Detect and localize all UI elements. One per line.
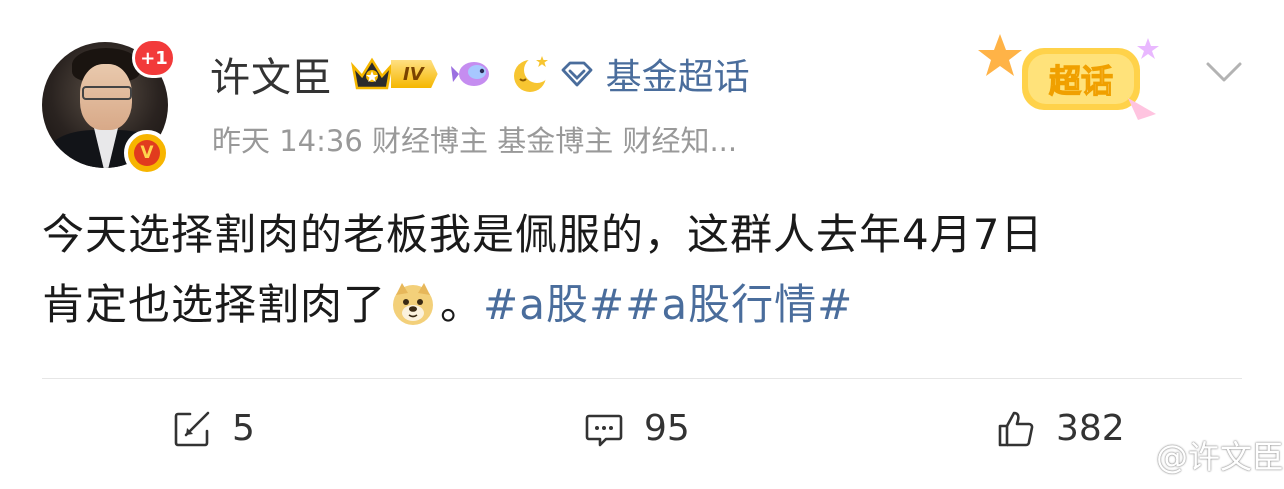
weibo-logo-icon [1112,442,1150,471]
hashtag-link[interactable]: #a股##a股行情# [483,280,853,329]
doge-emoji-icon [390,278,436,325]
content-line-1: 今天选择割肉的老板我是佩服的，这群人去年4月7日 [42,210,1044,259]
content-line-2: 肯定也选择割肉了 。#a股##a股行情# [42,270,1242,340]
repost-button[interactable]: 5 [172,408,255,449]
vip-badge[interactable]: IV [349,54,438,94]
topic-link-label: 基金超话 [605,57,750,98]
weibo-watermark: @许文臣 [1112,432,1284,478]
watermark-text: @许文臣 [1156,438,1284,476]
comment-icon [585,414,623,446]
like-button[interactable]: 382 [996,408,1125,449]
action-bar: 5 95 382 [0,400,1284,464]
thumbs-up-icon [998,411,1034,446]
content-line-2-text: 肯定也选择割肉了 [42,280,387,329]
repost-count: 5 [232,408,255,449]
fish-emoji-icon [450,52,494,96]
diamond-icon [561,61,593,87]
verified-mark: V [134,140,160,166]
chaohua-sticker[interactable]: 超话 [978,28,1178,132]
chevron-down-icon[interactable] [1204,58,1244,86]
vip-level: IV [391,60,438,88]
sticker-label: 超话 [1049,62,1113,100]
comment-count: 95 [644,408,690,449]
divider [42,378,1242,379]
topic-link[interactable]: 基金超话 [560,48,750,100]
content-punct: 。 [440,280,484,329]
crown-icon [349,54,395,94]
repost-icon [174,411,210,446]
post-content: 今天选择割肉的老板我是佩服的，这群人去年4月7日 肯定也选择割肉了 。#a股##… [42,200,1242,340]
weibo-post-card: +1 V 许文臣 IV 基金超话 昨天 14:36 财经博主 基金博主 财经知.… [0,0,1284,489]
verified-badge: V [124,130,170,176]
notification-badge: +1 [132,38,176,78]
moon-emoji-icon [506,52,550,96]
comment-button[interactable]: 95 [584,408,690,449]
author-row: 许文臣 IV 基金超话 [210,45,750,103]
author-name[interactable]: 许文臣 [210,45,333,103]
post-meta: 昨天 14:36 财经博主 基金博主 财经知... [212,124,738,158]
